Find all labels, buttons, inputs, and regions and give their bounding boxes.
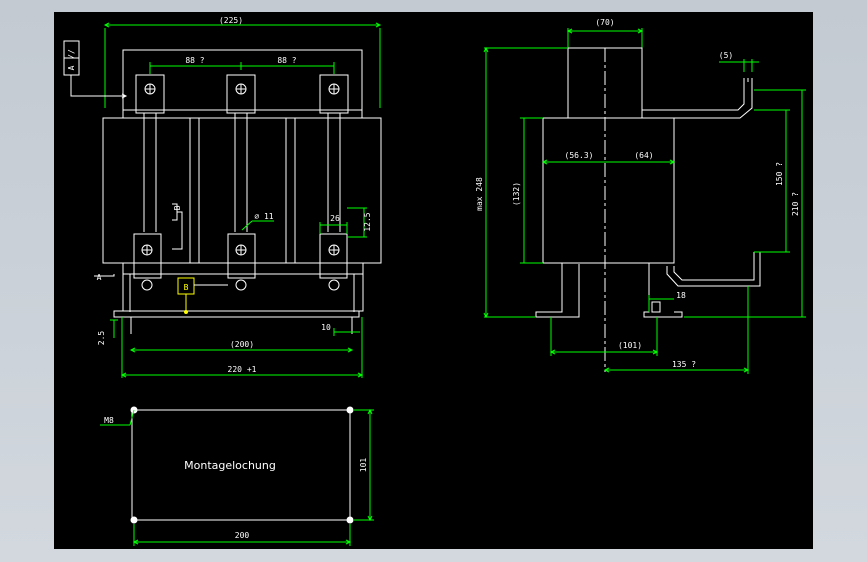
dim-hole-size: M8: [104, 416, 114, 425]
viewport: (225) 88 ? 88 ? (200) 220 +1 10 2.5 ⌀ 11…: [0, 0, 867, 562]
dim-foot-offset: 10: [321, 323, 331, 332]
mounting-plan-labels: Montagelochung M8 101 200: [104, 416, 368, 540]
dim-pitch-right: 88 ?: [277, 56, 296, 65]
dim-mount-spacing: (200): [230, 340, 254, 349]
drawing-svg: (225) 88 ? 88 ? (200) 220 +1 10 2.5 ⌀ 11…: [63, 16, 806, 546]
gdt-symbol: //: [67, 49, 76, 59]
dim-plan-width: 200: [235, 531, 250, 540]
dim-max-height: max 248: [475, 177, 484, 211]
dim-slot-width: 18: [676, 291, 686, 300]
datum-label-a: A: [97, 273, 102, 282]
dim-stud-offset: (5): [719, 51, 733, 60]
dim-total-width: 220 +1: [228, 365, 257, 374]
dim-terminal-width: 26: [330, 214, 340, 223]
dim-terminal-height: 12.5: [363, 212, 372, 231]
dim-foot-height: 2.5: [97, 331, 106, 346]
front-view: [63, 22, 382, 378]
dim-hole-diameter: ⌀ 11: [254, 212, 273, 221]
datum-label-b: B: [184, 283, 189, 292]
side-view: [483, 28, 806, 374]
drawing-canvas[interactable]: (225) 88 ? 88 ? (200) 220 +1 10 2.5 ⌀ 11…: [54, 12, 813, 549]
side-label-b: B: [173, 205, 182, 210]
dim-pitch-left: 88 ?: [185, 56, 204, 65]
dim-overall-depth: 135 ?: [672, 360, 696, 369]
dim-overall-width: (225): [219, 16, 243, 25]
dim-right: (64): [634, 151, 653, 160]
dim-top-width: (70): [595, 18, 614, 27]
dim-total-height: 210 ?: [791, 192, 800, 216]
mounting-plan-title: Montagelochung: [184, 459, 276, 472]
dim-bar-height: 150 ?: [775, 162, 784, 186]
dim-body-height: (132): [512, 182, 521, 206]
mounting-plan: [100, 406, 374, 546]
dim-left: (56.3): [565, 151, 594, 160]
dim-plan-height: 101: [359, 458, 368, 473]
dim-foot-depth: (101): [618, 341, 642, 350]
gdt-datum: A: [67, 65, 76, 70]
